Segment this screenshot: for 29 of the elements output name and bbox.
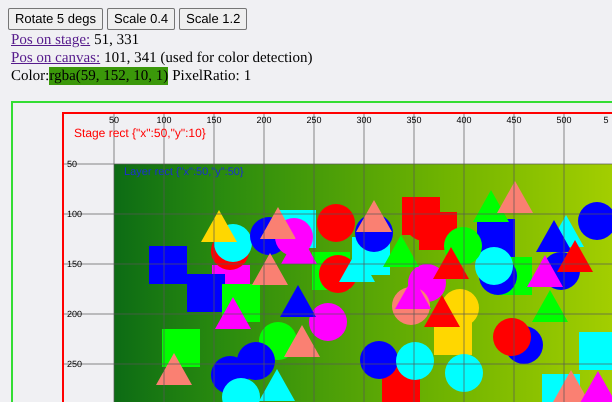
axis-tick-label: 250 — [67, 359, 82, 369]
pos-on-canvas-link[interactable]: Pos on canvas: — [11, 49, 100, 67]
axis-tick-label: 300 — [356, 115, 372, 125]
axis-tick-label: 250 — [306, 115, 322, 125]
axis-tick-label: 400 — [456, 115, 472, 125]
axis-tick-label: 200 — [256, 115, 272, 125]
toolbar-button[interactable]: Scale 0.4 — [106, 8, 176, 30]
pos-on-canvas-value: 101, 341 (used for color detection) — [104, 49, 312, 67]
axis-tick-label: 50 — [109, 115, 119, 125]
axis-tick-label: 150 — [206, 115, 222, 125]
layer-rect-label: Layer rect {"x":50,"y":50} — [124, 166, 244, 179]
axis-tick-label: 150 — [67, 259, 82, 269]
stage-rect-label: Stage rect {"x":50,"y":10} — [74, 126, 206, 140]
axis-tick-label: 50 — [67, 159, 78, 169]
toolbar-button[interactable]: Scale 1.2 — [179, 8, 248, 30]
axis-tick-label: 100 — [156, 115, 172, 125]
axis-tick-label: 350 — [406, 115, 422, 125]
color-value: rgba(59, 152, 10, 1) — [49, 67, 168, 85]
axis-tick-label: 450 — [506, 115, 522, 125]
axis-tick-label: 5 — [604, 115, 608, 125]
color-label: Color: — [11, 67, 50, 85]
pos-on-stage-link[interactable]: Pos on stage: — [11, 31, 90, 49]
toolbar-button[interactable]: Rotate 5 degs — [8, 8, 103, 30]
pixel-ratio-value: 1 — [244, 67, 252, 85]
axis-tick-label: 200 — [67, 309, 82, 319]
pixel-ratio-label: PixelRatio: — [172, 67, 240, 85]
axis-tick-label: 100 — [67, 209, 82, 219]
axis-tick-label: 500 — [556, 115, 572, 125]
pos-on-stage-value: 51, 331 — [94, 31, 140, 49]
